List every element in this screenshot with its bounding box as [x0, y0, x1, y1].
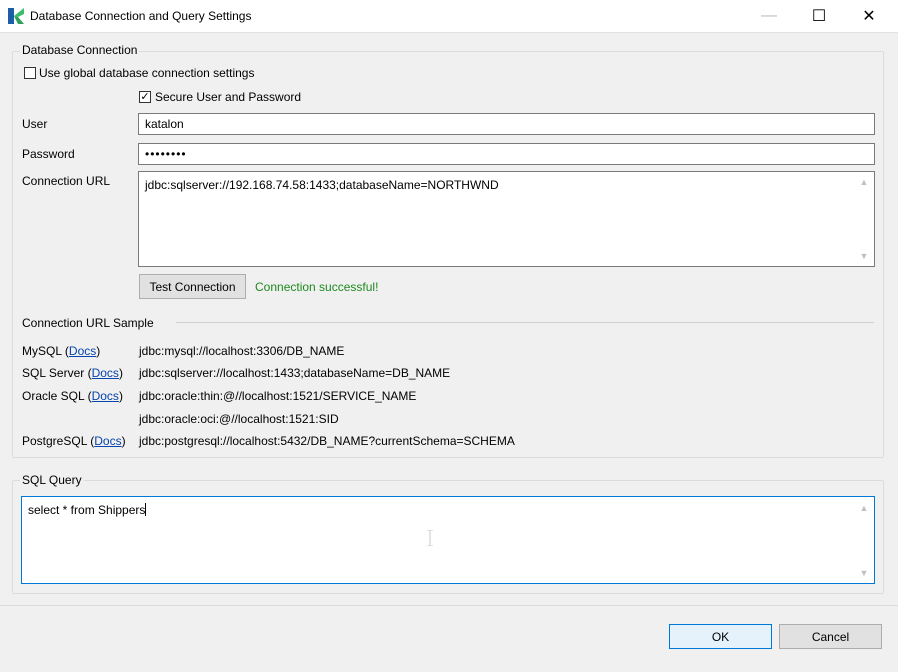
sample-mysql-url: jdbc:mysql://localhost:3306/DB_NAME [139, 344, 345, 358]
sample-name: Oracle SQL [22, 389, 85, 403]
cancel-button[interactable]: Cancel [779, 624, 882, 649]
sample-postgresql-url: jdbc:postgresql://localhost:5432/DB_NAME… [139, 434, 515, 448]
minimize-button[interactable]: — [746, 0, 792, 32]
connection-status: Connection successful! [255, 280, 379, 294]
sqlserver-docs-link[interactable]: Docs [92, 366, 119, 380]
test-connection-button[interactable]: Test Connection [139, 274, 246, 299]
oracle-docs-link[interactable]: Docs [92, 389, 119, 403]
postgresql-docs-link[interactable]: Docs [94, 434, 121, 448]
window-title: Database Connection and Query Settings [30, 9, 252, 23]
url-scroll-down-icon[interactable]: ▼ [857, 249, 871, 263]
sample-name: SQL Server [22, 366, 85, 380]
sample-mysql: MySQL (Docs) [22, 344, 101, 358]
url-scroll-up-icon[interactable]: ▲ [857, 175, 871, 189]
sample-oracle: Oracle SQL (Docs) [22, 389, 123, 403]
mysql-docs-link[interactable]: Docs [69, 344, 96, 358]
sql-scroll-up-icon[interactable]: ▲ [857, 501, 871, 515]
maximize-button[interactable]: ☐ [796, 0, 842, 32]
text-caret [145, 503, 147, 516]
user-input[interactable]: katalon [138, 113, 875, 135]
sample-postgresql: PostgreSQL (Docs) [22, 434, 126, 448]
database-connection-legend: Database Connection [20, 43, 140, 57]
use-global-checkbox[interactable] [24, 67, 36, 79]
ok-button[interactable]: OK [669, 624, 772, 649]
sample-oracle-oci-url: jdbc:oracle:oci:@//localhost:1521:SID [139, 412, 339, 426]
app-logo-icon [8, 8, 24, 24]
secure-user-password-label[interactable]: Secure User and Password [155, 90, 301, 104]
password-label: Password [22, 147, 75, 161]
sql-query-textarea[interactable]: select * from Shippers [21, 496, 875, 584]
samples-header: Connection URL Sample [22, 316, 154, 330]
sample-name: PostgreSQL [22, 434, 87, 448]
sql-query-legend: SQL Query [20, 473, 84, 487]
use-global-label[interactable]: Use global database connection settings [39, 66, 254, 80]
close-button[interactable]: ✕ [846, 0, 892, 32]
sql-scroll-down-icon[interactable]: ▼ [857, 566, 871, 580]
footer-separator [0, 605, 898, 606]
sample-sqlserver-url: jdbc:sqlserver://localhost:1433;database… [139, 366, 451, 380]
sample-sqlserver: SQL Server (Docs) [22, 366, 123, 380]
sample-name: MySQL [22, 344, 62, 358]
samples-separator [176, 322, 874, 323]
ibeam-cursor-icon [427, 529, 433, 547]
connection-url-textarea[interactable]: jdbc:sqlserver://192.168.74.58:1433;data… [138, 171, 875, 267]
user-label: User [22, 117, 48, 131]
connection-url-label: Connection URL [22, 174, 111, 188]
title-bar[interactable]: Database Connection and Query Settings —… [0, 0, 898, 33]
secure-user-password-checkbox[interactable]: ✓ [139, 91, 151, 103]
sql-query-text: select * from Shippers [28, 503, 146, 517]
password-input[interactable]: •••••••• [138, 143, 875, 165]
sample-oracle-thin-url: jdbc:oracle:thin:@//localhost:1521/SERVI… [139, 389, 417, 403]
